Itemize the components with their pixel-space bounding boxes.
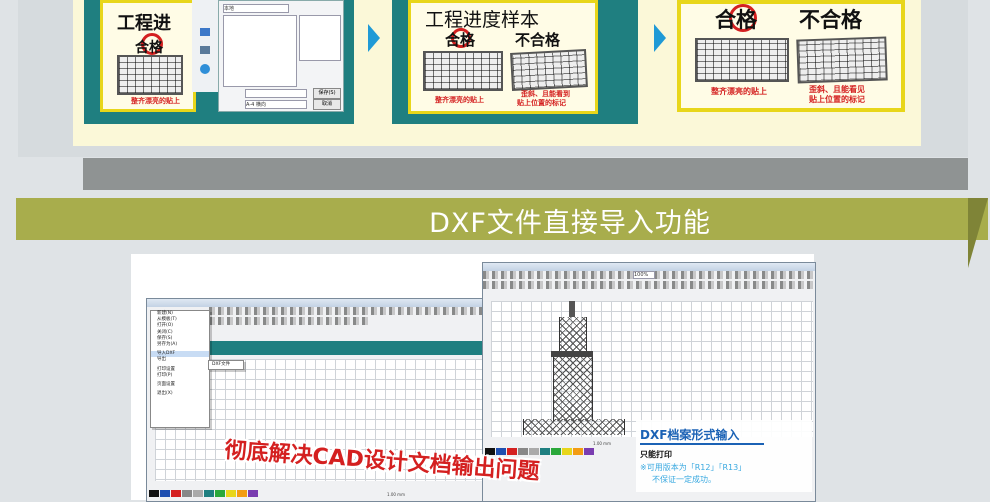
dialog-save-button[interactable]: 保存(S) xyxy=(313,88,341,99)
panel2-sign-title: 工程进度样本 xyxy=(425,9,540,31)
color-swatch[interactable] xyxy=(193,490,203,497)
tower-drawing xyxy=(523,301,625,437)
arrow-right-icon xyxy=(368,24,380,52)
section-title: DXF文件直接导入功能 xyxy=(429,208,711,239)
tower-base xyxy=(523,419,625,435)
dialog-preview xyxy=(299,15,341,61)
dxf-info-box: DXF档案形式输入 只能打印 ※可用版本为「R12」「R13」 不保证一定成功。 xyxy=(636,420,812,492)
color-swatch[interactable] xyxy=(562,448,572,455)
panel2-caption-left: 整齐漂亮的贴上 xyxy=(435,96,484,104)
color-swatch[interactable] xyxy=(551,448,561,455)
left-window-toolbar[interactable] xyxy=(209,307,485,315)
dialog-type-field[interactable]: A-4 横向 xyxy=(245,100,307,109)
dialog-cancel-button[interactable]: 取消 xyxy=(313,99,341,110)
panel1-sign: 工程进 合格 整齐漂亮的贴上 xyxy=(100,0,196,112)
panel2-fail-label: 不合格 xyxy=(515,31,561,49)
panel1-pass-label: 合格 xyxy=(135,40,163,56)
right-window-titlebar[interactable] xyxy=(483,263,815,271)
right-window-palette[interactable] xyxy=(485,440,595,455)
panel3-plate-right xyxy=(796,36,888,84)
color-swatch[interactable] xyxy=(237,490,247,497)
color-swatch[interactable] xyxy=(160,490,170,497)
panel1-caption: 整齐漂亮的贴上 xyxy=(131,97,180,105)
color-swatch[interactable] xyxy=(248,490,258,497)
submenu-item-dxf[interactable]: DXF文件 xyxy=(209,361,243,368)
panel3-caption-left: 整齐漂亮的贴上 xyxy=(711,87,767,96)
right-window-status: 1.00 mm xyxy=(593,441,611,446)
color-swatch[interactable] xyxy=(573,448,583,455)
import-submenu: DXF文件 xyxy=(208,360,244,370)
color-swatch[interactable] xyxy=(182,490,192,497)
section-divider xyxy=(83,158,968,190)
panel1-sign-title: 工程进 xyxy=(117,13,171,34)
printer-icon xyxy=(200,46,210,54)
left-window-titlebar[interactable] xyxy=(147,299,485,307)
color-swatch[interactable] xyxy=(215,490,225,497)
color-swatch[interactable] xyxy=(204,490,214,497)
tower-upper xyxy=(559,317,587,351)
panel3-caption-right-2: 贴上位置的标记 xyxy=(809,95,865,104)
tower-body xyxy=(553,357,593,421)
right-window-toolbar-2[interactable] xyxy=(483,281,815,289)
dxf-info-note-1: ※可用版本为「R12」「R13」 xyxy=(640,463,747,472)
color-swatch[interactable] xyxy=(540,448,550,455)
dxf-info-title: DXF档案形式输入 xyxy=(640,428,740,442)
left-window-toolbar-2[interactable] xyxy=(209,317,369,325)
panel2-plate-left xyxy=(423,51,503,91)
dialog-filename-field[interactable] xyxy=(245,89,307,98)
panel3-fail-label: 不合格 xyxy=(799,8,862,32)
left-window-palette[interactable] xyxy=(149,482,259,497)
dxf-info-underline xyxy=(640,443,764,445)
panel2-pass-label: 合格 xyxy=(445,31,476,49)
panel1-plate xyxy=(117,55,183,95)
panel2-plate-right xyxy=(510,49,588,91)
panel3-pass-label: 合格 xyxy=(715,8,757,32)
save-dialog: 本地 A-4 横向 保存(S) 取消 xyxy=(218,0,344,112)
color-swatch[interactable] xyxy=(171,490,181,497)
menu-item[interactable]: 退出(X) xyxy=(151,391,209,397)
left-window-status: 1.00 mm xyxy=(387,492,405,497)
globe-icon xyxy=(200,64,210,74)
color-swatch[interactable] xyxy=(149,490,159,497)
panel3-plate-left xyxy=(695,38,789,82)
color-swatch[interactable] xyxy=(584,448,594,455)
file-menu: 新建(N) 从模板(T) 打开(O) 关闭(C) 保存(S) 另存为(A) 导入… xyxy=(150,310,210,428)
folder-icon xyxy=(200,28,210,36)
left-window-teal-strip xyxy=(207,341,483,355)
panel2-caption-right-2: 贴上位置的标记 xyxy=(517,99,566,107)
right-window-zoom[interactable]: 100% xyxy=(633,271,655,279)
dxf-info-subtitle: 只能打印 xyxy=(640,450,672,459)
panel2-sign: 工程进度样本 合格 不合格 整齐漂亮的贴上 歪斜、且能看到 贴上位置的标记 xyxy=(408,0,598,114)
panel3-sign: 合格 不合格 整齐漂亮的贴上 歪斜、且能看见 贴上位置的标记 xyxy=(677,0,905,112)
dxf-info-note-2: 不保证一定成功。 xyxy=(652,475,716,484)
arrow-right-icon xyxy=(654,24,666,52)
tower-spire xyxy=(569,301,575,317)
color-swatch[interactable] xyxy=(226,490,236,497)
panel1-side-toolbar xyxy=(192,0,218,92)
dialog-file-list[interactable] xyxy=(223,15,297,87)
dialog-location-field[interactable]: 本地 xyxy=(223,4,289,13)
